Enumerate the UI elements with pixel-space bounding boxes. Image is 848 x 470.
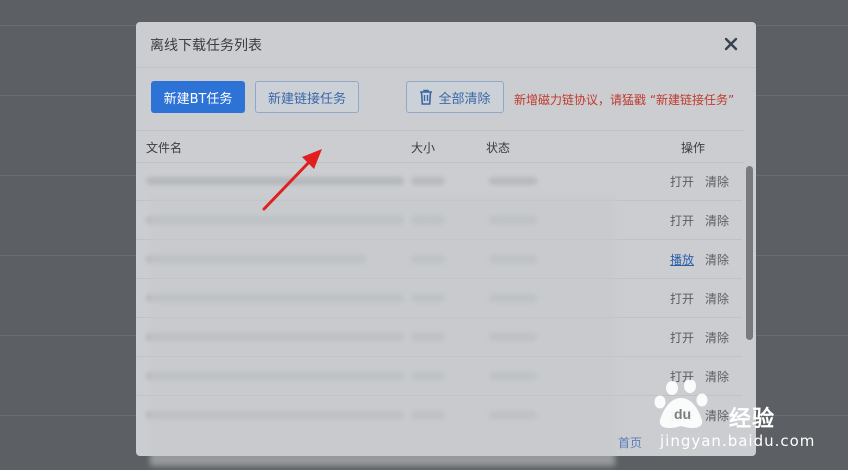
watermark-url: jingyan.baidu.com [660,432,816,450]
svg-text:du: du [674,406,691,422]
watermark-brand: 经验 [729,407,776,432]
